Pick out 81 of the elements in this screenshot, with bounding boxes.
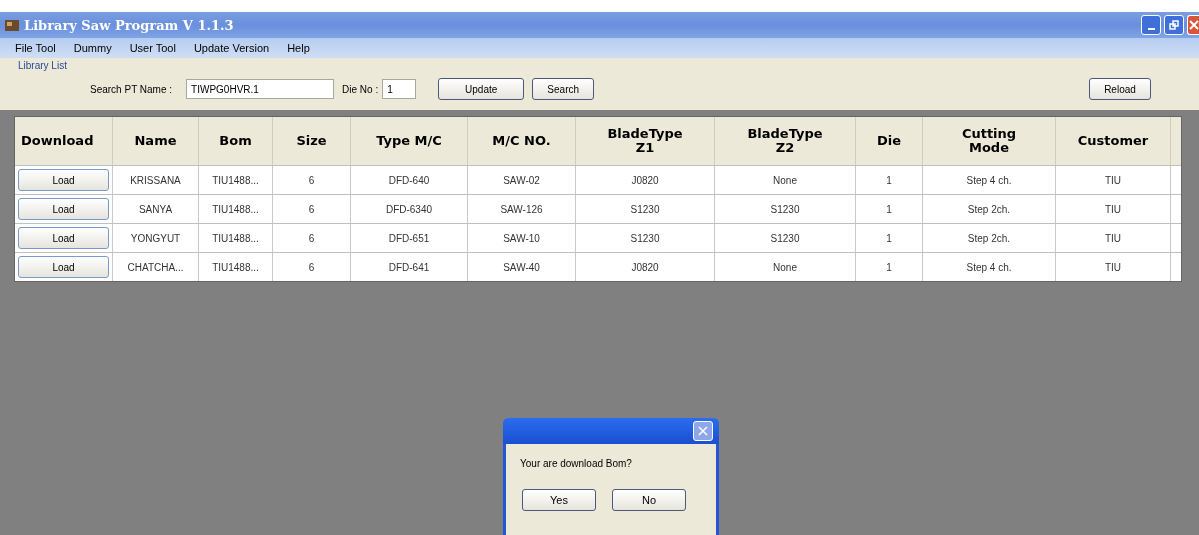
table-cell: SAW-40: [468, 253, 576, 281]
load-button[interactable]: Load: [18, 198, 109, 220]
column-header[interactable]: Name: [113, 117, 199, 165]
restore-button[interactable]: [1164, 15, 1184, 35]
menu-item[interactable]: User Tool: [120, 42, 185, 54]
table-cell: S1230: [576, 195, 715, 223]
reload-button[interactable]: Reload: [1089, 78, 1151, 100]
load-button[interactable]: Load: [18, 227, 109, 249]
table-cell: TIU1488...: [199, 253, 273, 281]
table-cell: 1: [856, 253, 923, 281]
close-icon: [1188, 20, 1199, 30]
search-button[interactable]: Search: [532, 78, 595, 100]
yes-button[interactable]: Yes: [522, 489, 596, 511]
table-cell: YONGYUT: [113, 224, 199, 252]
table-cell: 1: [856, 166, 923, 194]
table-cell: Step 2ch.: [923, 224, 1056, 252]
column-header[interactable]: BladeType Z2: [715, 117, 856, 165]
table-cell: 1: [856, 224, 923, 252]
table-cell: TIU: [1056, 253, 1171, 281]
update-button[interactable]: Update: [438, 78, 525, 100]
table-cell: SAW-126: [468, 195, 576, 223]
column-header[interactable]: Download: [15, 117, 113, 165]
column-header[interactable]: Size: [273, 117, 351, 165]
table-cell: SAW-02: [468, 166, 576, 194]
group-title: Library List: [18, 60, 67, 71]
table-cell: None: [715, 166, 856, 194]
no-button[interactable]: No: [612, 489, 686, 511]
load-button[interactable]: Load: [18, 256, 109, 278]
menu-item[interactable]: File Tool: [6, 42, 65, 54]
table-cell: CHATCHA...: [113, 253, 199, 281]
column-header[interactable]: M/C NO.: [468, 117, 576, 165]
minimize-icon: [1147, 28, 1155, 30]
column-header[interactable]: Customer: [1056, 117, 1171, 165]
table-cell: KRISSANA: [113, 166, 199, 194]
table-cell: SANYA: [113, 195, 199, 223]
dialog-message: Your are download Bom?: [520, 458, 633, 469]
table-cell: DFD-641: [351, 253, 468, 281]
column-header[interactable]: BladeType Z1: [576, 117, 715, 165]
table-cell: Step 4 ch.: [923, 253, 1056, 281]
table-cell: TIU1488...: [199, 195, 273, 223]
search-field[interactable]: TIWPG0HVR.1: [186, 79, 335, 99]
close-icon: [698, 426, 708, 436]
menu-item[interactable]: Help: [278, 42, 319, 54]
table-cell: S1230: [715, 195, 856, 223]
table-cell: S1230: [576, 224, 715, 252]
table-cell: 6: [273, 195, 351, 223]
die-field[interactable]: 1: [382, 79, 417, 99]
table-cell: S1230: [715, 224, 856, 252]
table-cell: TIU: [1056, 166, 1171, 194]
table-cell: DFD-651: [351, 224, 468, 252]
table-cell: 6: [273, 166, 351, 194]
table-cell: J0820: [576, 166, 715, 194]
minimize-button[interactable]: [1141, 15, 1161, 35]
menu-item[interactable]: Dummy: [64, 42, 121, 54]
app-icon: [4, 17, 20, 33]
table-cell: None: [715, 253, 856, 281]
table-cell: TIU: [1056, 224, 1171, 252]
column-header[interactable]: Type M/C: [351, 117, 468, 165]
column-header[interactable]: Bom: [199, 117, 273, 165]
close-button[interactable]: [693, 421, 713, 441]
table-cell: DFD-640: [351, 166, 468, 194]
table-cell: J0820: [576, 253, 715, 281]
table-cell: SAW-10: [468, 224, 576, 252]
table-cell: 1: [856, 195, 923, 223]
column-header[interactable]: Cutting Mode: [923, 117, 1056, 165]
restore-icon: [1169, 20, 1179, 30]
close-button[interactable]: [1187, 15, 1199, 35]
die-label: Die No :: [342, 83, 379, 95]
menu-item[interactable]: Update Version: [184, 42, 279, 54]
load-button[interactable]: Load: [18, 169, 109, 191]
table-cell: TIU1488...: [199, 166, 273, 194]
table-cell: TIU: [1056, 195, 1171, 223]
window-title: Library Saw Program V 1.1.3: [24, 17, 234, 33]
table-cell: DFD-6340: [351, 195, 468, 223]
table-cell: Step 4 ch.: [923, 166, 1056, 194]
table-cell: Step 2ch.: [923, 195, 1056, 223]
table-cell: 6: [273, 224, 351, 252]
search-label: Search PT Name :: [90, 83, 173, 95]
table-cell: 6: [273, 253, 351, 281]
table-cell: TIU1488...: [199, 224, 273, 252]
column-header[interactable]: Die: [856, 117, 923, 165]
